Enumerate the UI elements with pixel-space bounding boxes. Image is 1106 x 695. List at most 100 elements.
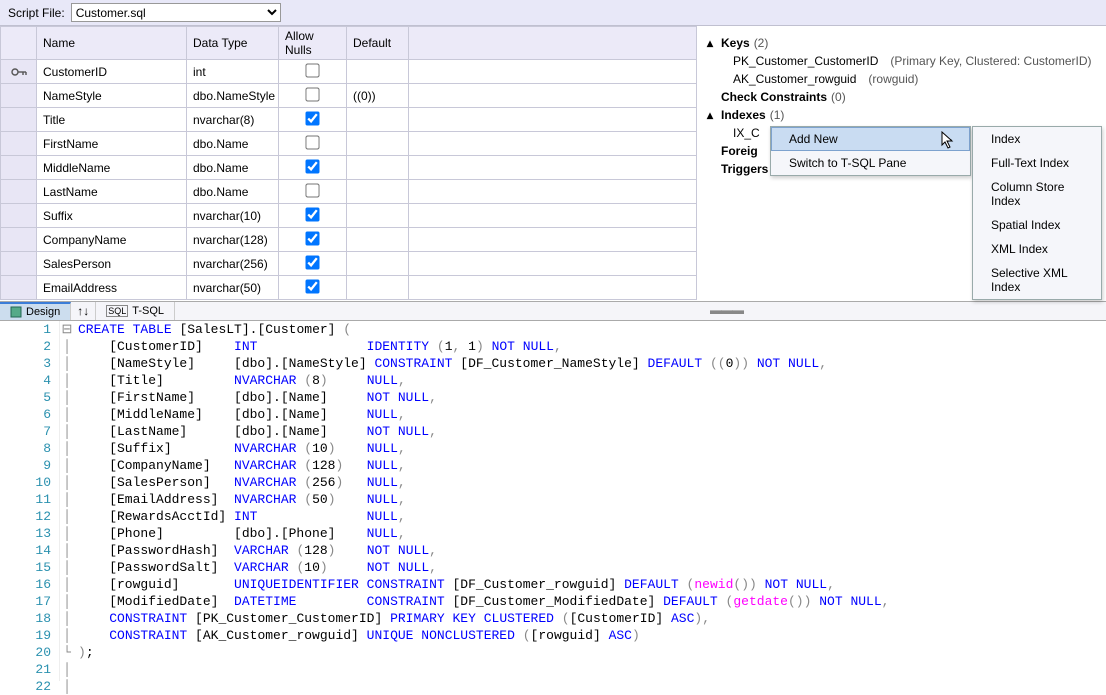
table-row[interactable]: Titlenvarchar(8) bbox=[1, 108, 697, 132]
cell-name[interactable]: NameStyle bbox=[37, 84, 187, 108]
cell-type[interactable]: int bbox=[187, 60, 279, 84]
cell-allow-nulls[interactable] bbox=[279, 108, 347, 132]
pk-indicator bbox=[1, 60, 37, 84]
cell-type[interactable]: nvarchar(10) bbox=[187, 204, 279, 228]
col-header-nulls[interactable]: Allow Nulls bbox=[279, 27, 347, 60]
menu-item[interactable]: Index bbox=[973, 127, 1101, 151]
columns-grid: Name Data Type Allow Nulls Default Custo… bbox=[0, 26, 697, 301]
allow-nulls-checkbox[interactable] bbox=[305, 111, 319, 125]
check-constraints-header[interactable]: Check Constraints(0) bbox=[707, 88, 1100, 106]
cell-allow-nulls[interactable] bbox=[279, 156, 347, 180]
allow-nulls-checkbox[interactable] bbox=[305, 279, 319, 293]
row-indicator-header bbox=[1, 27, 37, 60]
cell-allow-nulls[interactable] bbox=[279, 84, 347, 108]
allow-nulls-checkbox[interactable] bbox=[305, 231, 319, 245]
cell-name[interactable]: SalesPerson bbox=[37, 252, 187, 276]
cell-default[interactable] bbox=[347, 60, 409, 84]
cell-name[interactable]: MiddleName bbox=[37, 156, 187, 180]
table-row[interactable]: NameStyledbo.NameStyle ((0)) bbox=[1, 84, 697, 108]
keys-header[interactable]: ▴ Keys (2) bbox=[707, 34, 1100, 52]
cell-default[interactable] bbox=[347, 276, 409, 300]
context-menu: Add New ▸ Switch to T-SQL Pane bbox=[770, 126, 971, 176]
cell-name[interactable]: Suffix bbox=[37, 204, 187, 228]
menu-add-new[interactable]: Add New ▸ bbox=[771, 127, 970, 151]
design-icon bbox=[10, 306, 22, 318]
menu-item[interactable]: XML Index bbox=[973, 237, 1101, 261]
cell-default[interactable] bbox=[347, 252, 409, 276]
splitter-handle[interactable]: ▬▬▬ bbox=[710, 303, 740, 308]
col-header-type[interactable]: Data Type bbox=[187, 27, 279, 60]
cell-allow-nulls[interactable] bbox=[279, 276, 347, 300]
cell-name[interactable]: LastName bbox=[37, 180, 187, 204]
pk-indicator bbox=[1, 156, 37, 180]
cell-default[interactable] bbox=[347, 156, 409, 180]
cell-default[interactable]: ((0)) bbox=[347, 84, 409, 108]
cell-allow-nulls[interactable] bbox=[279, 252, 347, 276]
menu-item[interactable]: Spatial Index bbox=[973, 213, 1101, 237]
allow-nulls-checkbox[interactable] bbox=[305, 255, 319, 269]
table-row[interactable]: CompanyNamenvarchar(128) bbox=[1, 228, 697, 252]
allow-nulls-checkbox[interactable] bbox=[305, 207, 319, 221]
pk-indicator bbox=[1, 276, 37, 300]
cell-type[interactable]: dbo.NameStyle bbox=[187, 84, 279, 108]
allow-nulls-checkbox[interactable] bbox=[305, 135, 319, 149]
table-row[interactable]: EmailAddressnvarchar(50) bbox=[1, 276, 697, 300]
table-row[interactable]: LastNamedbo.Name bbox=[1, 180, 697, 204]
table-row[interactable]: FirstNamedbo.Name bbox=[1, 132, 697, 156]
cell-type[interactable]: nvarchar(8) bbox=[187, 108, 279, 132]
menu-item[interactable]: Full-Text Index bbox=[973, 151, 1101, 175]
tab-design[interactable]: Design bbox=[0, 302, 71, 320]
cell-name[interactable]: CustomerID bbox=[37, 60, 187, 84]
key-item[interactable]: AK_Customer_rowguid(rowguid) bbox=[707, 70, 1100, 88]
col-header-name[interactable]: Name bbox=[37, 27, 187, 60]
cell-allow-nulls[interactable] bbox=[279, 204, 347, 228]
indexes-header[interactable]: ▴ Indexes(1) bbox=[707, 106, 1100, 124]
cell-type[interactable]: nvarchar(50) bbox=[187, 276, 279, 300]
pk-indicator bbox=[1, 204, 37, 228]
script-file-label: Script File: bbox=[8, 6, 65, 20]
table-row[interactable]: Suffixnvarchar(10) bbox=[1, 204, 697, 228]
cell-default[interactable] bbox=[347, 204, 409, 228]
cell-allow-nulls[interactable] bbox=[279, 228, 347, 252]
cell-type[interactable]: nvarchar(256) bbox=[187, 252, 279, 276]
cell-default[interactable] bbox=[347, 228, 409, 252]
cell-type[interactable]: nvarchar(128) bbox=[187, 228, 279, 252]
tab-reorder[interactable]: ↑↓ bbox=[71, 302, 96, 320]
cell-type[interactable]: dbo.Name bbox=[187, 156, 279, 180]
pk-indicator bbox=[1, 180, 37, 204]
cell-type[interactable]: dbo.Name bbox=[187, 132, 279, 156]
context-submenu: IndexFull-Text IndexColumn Store IndexSp… bbox=[972, 126, 1102, 300]
cell-default[interactable] bbox=[347, 180, 409, 204]
cell-allow-nulls[interactable] bbox=[279, 180, 347, 204]
cell-name[interactable]: EmailAddress bbox=[37, 276, 187, 300]
sql-icon: SQL bbox=[106, 305, 128, 317]
col-header-default[interactable]: Default bbox=[347, 27, 409, 60]
tab-tsql[interactable]: SQL T-SQL bbox=[96, 302, 175, 320]
cell-name[interactable]: CompanyName bbox=[37, 228, 187, 252]
table-row[interactable]: CustomerIDint bbox=[1, 60, 697, 84]
cell-allow-nulls[interactable] bbox=[279, 132, 347, 156]
cell-name[interactable]: Title bbox=[37, 108, 187, 132]
allow-nulls-checkbox[interactable] bbox=[305, 159, 319, 173]
allow-nulls-checkbox[interactable] bbox=[305, 183, 319, 197]
expand-icon: ▴ bbox=[707, 36, 717, 50]
cell-default[interactable] bbox=[347, 132, 409, 156]
pk-indicator bbox=[1, 108, 37, 132]
script-file-select[interactable]: Customer.sql bbox=[71, 3, 281, 22]
allow-nulls-checkbox[interactable] bbox=[305, 87, 319, 101]
expand-icon: ▴ bbox=[707, 108, 717, 122]
tsql-editor[interactable]: 1 2 3 4 5 6 7 8 9 10 11 12 13 14 15 16 1… bbox=[0, 321, 1106, 681]
cell-name[interactable]: FirstName bbox=[37, 132, 187, 156]
pk-indicator bbox=[1, 84, 37, 108]
menu-switch-tsql[interactable]: Switch to T-SQL Pane bbox=[771, 151, 970, 175]
table-row[interactable]: MiddleNamedbo.Name bbox=[1, 156, 697, 180]
allow-nulls-checkbox[interactable] bbox=[305, 63, 319, 77]
cell-default[interactable] bbox=[347, 108, 409, 132]
cell-allow-nulls[interactable] bbox=[279, 60, 347, 84]
cell-type[interactable]: dbo.Name bbox=[187, 180, 279, 204]
designer-tabs: Design ↑↓ SQL T-SQL bbox=[0, 301, 1106, 321]
key-item[interactable]: PK_Customer_CustomerID(Primary Key, Clus… bbox=[707, 52, 1100, 70]
menu-item[interactable]: Selective XML Index bbox=[973, 261, 1101, 299]
menu-item[interactable]: Column Store Index bbox=[973, 175, 1101, 213]
table-row[interactable]: SalesPersonnvarchar(256) bbox=[1, 252, 697, 276]
